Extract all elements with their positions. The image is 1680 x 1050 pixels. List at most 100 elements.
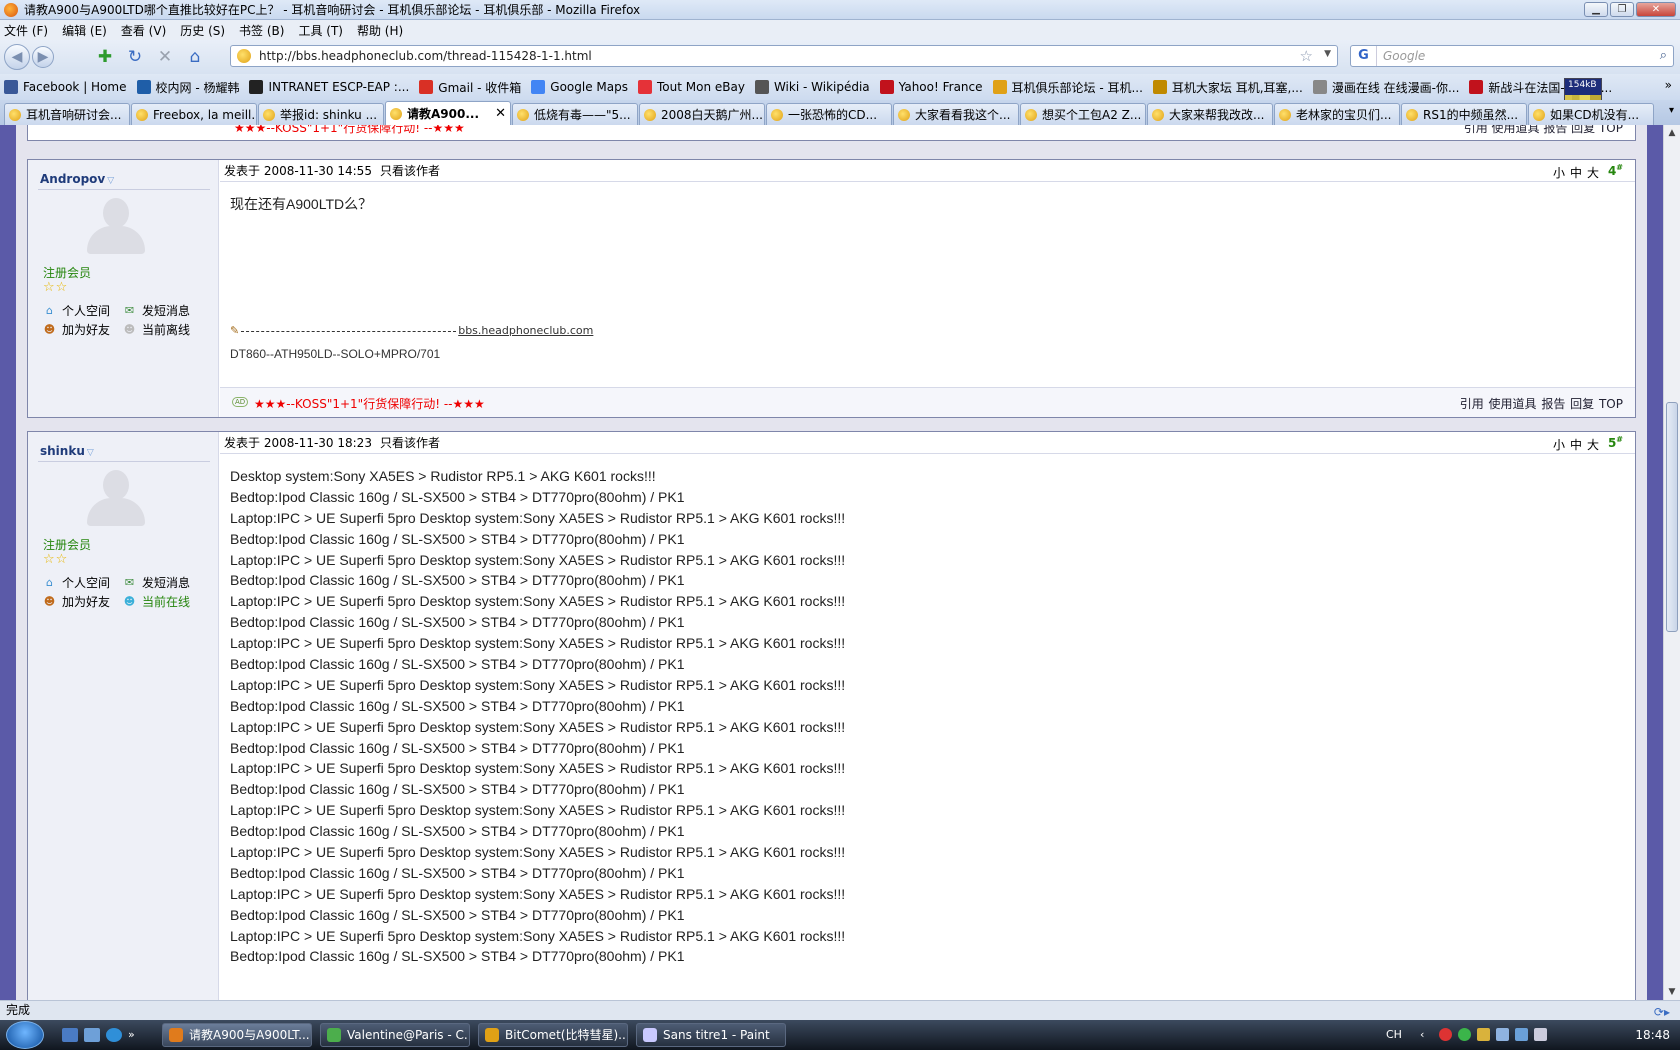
tab-label[interactable]: 大家来帮我改改... [1169,106,1264,123]
bookmark-item[interactable]: 校内网 - 杨耀韩 [136,79,240,96]
tab-label[interactable]: Freebox, la meill... [153,108,256,122]
floor-number[interactable]: 5# [1608,435,1623,450]
tab-label[interactable]: 大家看看我这个... [915,106,1010,123]
browser-tab[interactable]: RS1的中频虽然... [1401,103,1527,125]
browser-tab[interactable]: 2008白天鹅广州... [639,103,765,125]
font-medium-button[interactable]: 中 [1570,438,1582,452]
google-engine-icon[interactable]: G [1351,46,1377,66]
browser-tab[interactable]: 大家来帮我改改... [1147,103,1273,125]
scroll-down-icon[interactable]: ▼ [1664,984,1680,1000]
menu-bookmarks[interactable]: 书签 (B) [239,22,284,39]
author-name[interactable]: Andropov ▽ [40,172,114,186]
only-author-link[interactable]: 只看该作者 [380,162,440,179]
messenger-icon[interactable] [1458,1028,1471,1041]
security-icon[interactable] [1439,1028,1452,1041]
tab-label[interactable]: 举报id: shinku ... [280,106,377,123]
new-tab-button[interactable]: ✚ [90,44,120,70]
tab-label[interactable]: 低烧有毒——"5... [534,106,631,123]
personal-space-label[interactable]: 个人空间 [62,302,110,319]
browser-tab[interactable]: 老林家的宝贝们... [1274,103,1400,125]
search-icon[interactable]: ⌕ [1660,48,1667,63]
bookmark-item[interactable]: 耳机大家坛 耳机,耳塞,... [1152,79,1303,96]
menu-history[interactable]: 历史 (S) [180,22,225,39]
search-placeholder[interactable]: Google [1383,49,1425,63]
language-indicator[interactable]: CH [1386,1028,1402,1041]
browser-tab[interactable]: 大家看看我这个... [893,103,1019,125]
forward-button[interactable]: ▶ [32,46,54,68]
font-medium-button[interactable]: 中 [1570,166,1582,180]
show-desktop-icon[interactable] [62,1028,78,1042]
bookmark-item[interactable]: Google Maps [531,80,628,94]
bookmark-item[interactable]: INTRANET ESCP-EAP :... [249,80,409,94]
bookmark-label[interactable]: Tout Mon eBay [657,80,745,94]
back-button[interactable]: ◀ [4,44,30,70]
bookmark-item[interactable]: 耳机俱乐部论坛 - 耳机... [992,79,1143,96]
browser-tab[interactable]: 举报id: shinku ... [258,103,384,125]
tab-label[interactable]: 请教A900... [407,105,479,122]
restore-button[interactable]: ❐ [1610,2,1634,17]
network-icon[interactable] [1496,1028,1509,1041]
taskbar-button-label[interactable]: BitComet(比特彗星)... [505,1028,627,1042]
menu-edit[interactable]: 编辑 (E) [62,22,107,39]
power-icon[interactable] [1515,1028,1528,1041]
close-window-button[interactable]: ✕ [1636,2,1676,17]
only-author-link[interactable]: 只看该作者 [380,434,440,451]
floor-number[interactable]: 4# [1608,163,1623,178]
tab-label[interactable]: 一张恐怖的CD... [788,106,877,123]
search-bar[interactable]: G Google ⌕ [1350,45,1674,67]
send-message-label[interactable]: 发短消息 [142,574,190,591]
tab-label[interactable]: 想买个工包A2 Z... [1042,106,1141,123]
author-name-text[interactable]: shinku [40,444,85,458]
personal-space-link[interactable]: ⌂ 个人空间 [43,302,110,319]
bookmark-label[interactable]: 校内网 - 杨耀韩 [156,79,240,96]
taskbar-button-label[interactable]: 请教A900与A900LT... [189,1028,310,1042]
bookmark-item[interactable]: 漫画在线 在线漫画-你... [1312,79,1460,96]
tab-list-icon[interactable]: ▾ [1669,105,1674,116]
bookmark-item[interactable]: Wiki - Wikipédia [754,80,870,94]
bookmark-label[interactable]: 耳机俱乐部论坛 - 耳机... [1012,79,1143,96]
quick-launch-more-icon[interactable]: » [128,1028,138,1042]
add-friend-link[interactable]: ☻ 加为好友 [43,593,110,610]
author-menu-icon[interactable]: ▽ [107,176,114,186]
avatar[interactable] [84,198,148,254]
previous-post-ad[interactable]: ★★★--KOSS"1+1"行货保障行动! --★★★ [234,125,465,136]
add-friend-label[interactable]: 加为好友 [62,593,110,610]
menu-view[interactable]: 查看 (V) [121,22,166,39]
bookmark-item[interactable]: Facebook | Home [4,80,127,94]
author-name[interactable]: shinku ▽ [40,444,94,458]
url-dropdown-icon[interactable]: ▼ [1324,49,1331,59]
taskbar-button[interactable]: Sans titre1 - Paint [636,1023,786,1047]
font-small-button[interactable]: 小 [1553,166,1565,180]
font-large-button[interactable]: 大 [1587,438,1599,452]
font-large-button[interactable]: 大 [1587,166,1599,180]
browser-tab[interactable]: 耳机音响研讨会... [4,103,130,125]
taskbar-button-label[interactable]: Sans titre1 - Paint [663,1028,770,1042]
author-name-text[interactable]: Andropov [40,172,105,186]
vertical-scrollbar[interactable]: ▲ ▼ [1663,125,1680,1000]
browser-tab[interactable]: 想买个工包A2 Z... [1020,103,1146,125]
bookmark-label[interactable]: Facebook | Home [23,80,127,94]
close-tab-icon[interactable]: ✕ [495,106,506,121]
personal-space-link[interactable]: ⌂ 个人空间 [43,574,110,591]
menu-help[interactable]: 帮助 (H) [357,22,403,39]
taskbar-button[interactable]: Valentine@Paris - C... [320,1023,470,1047]
bookmark-label[interactable]: Gmail - 收件箱 [438,79,521,96]
bookmark-label[interactable]: INTRANET ESCP-EAP :... [268,80,409,94]
personal-space-label[interactable]: 个人空间 [62,574,110,591]
bookmark-label[interactable]: Google Maps [550,80,628,94]
avatar[interactable] [84,470,148,526]
bookmark-label[interactable]: 漫画在线 在线漫画-你... [1332,79,1460,96]
tab-label[interactable]: 耳机音响研讨会... [26,106,121,123]
bookmark-item[interactable]: Tout Mon eBay [638,80,745,94]
volume-icon[interactable] [1534,1028,1547,1041]
post-actions[interactable]: 引用 使用道具 报告 回复 TOP [1460,395,1623,412]
taskbar-button-label[interactable]: Valentine@Paris - C... [347,1028,469,1042]
stop-button[interactable]: ✕ [150,44,180,70]
ad-link[interactable]: ★★★--KOSS"1+1"行货保障行动! --★★★ [254,395,485,412]
font-small-button[interactable]: 小 [1553,438,1565,452]
menu-file[interactable]: 文件 (F) [4,22,48,39]
address-bar[interactable]: http://bbs.headphoneclub.com/thread-1154… [230,45,1338,67]
browser-tab[interactable]: 一张恐怖的CD... [766,103,892,125]
author-menu-icon[interactable]: ▽ [87,448,94,458]
menu-tools[interactable]: 工具 (T) [298,22,343,39]
